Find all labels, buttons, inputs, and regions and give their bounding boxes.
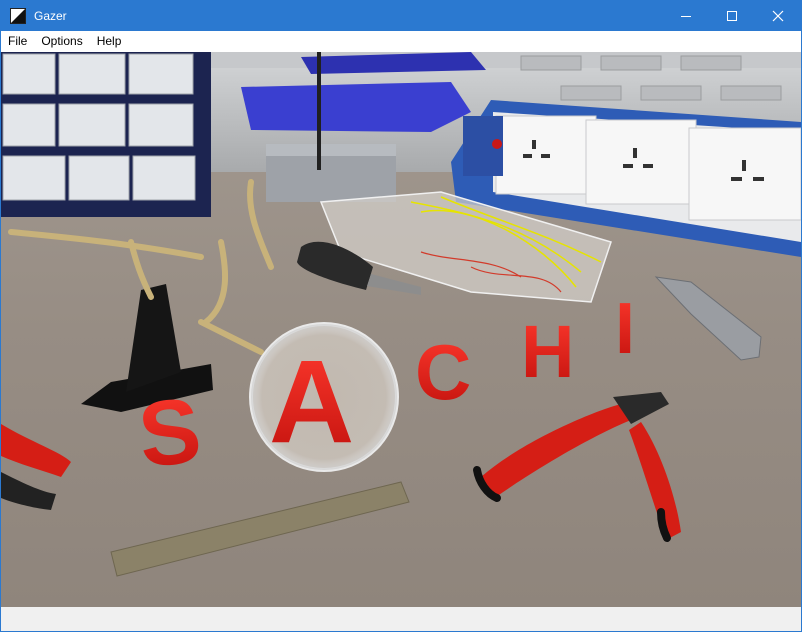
letter-i: I <box>615 289 635 369</box>
menu-file[interactable]: File <box>1 31 34 52</box>
letter-a: A <box>269 336 354 468</box>
title-bar[interactable]: Gazer <box>1 1 801 31</box>
minimize-button[interactable] <box>663 1 709 31</box>
letter-c: C <box>415 328 471 416</box>
menu-help[interactable]: Help <box>90 31 129 52</box>
menu-options[interactable]: Options <box>34 31 89 52</box>
letter-s: S <box>134 379 206 487</box>
menu-bar: File Options Help <box>1 31 801 52</box>
letter-h: H <box>521 310 574 393</box>
maximize-icon <box>727 11 737 21</box>
window-title: Gazer <box>34 9 67 23</box>
maximize-button[interactable] <box>709 1 755 31</box>
close-button[interactable] <box>755 1 801 31</box>
status-bar <box>1 607 801 631</box>
minimize-icon <box>681 16 691 17</box>
window-controls <box>663 1 801 31</box>
close-icon <box>772 10 784 22</box>
camera-image: S A C H I <box>1 52 801 607</box>
app-icon <box>10 8 26 24</box>
image-viewport[interactable]: S A C H I <box>1 52 801 607</box>
app-window: Gazer File Options Help S A C H I <box>0 0 802 632</box>
